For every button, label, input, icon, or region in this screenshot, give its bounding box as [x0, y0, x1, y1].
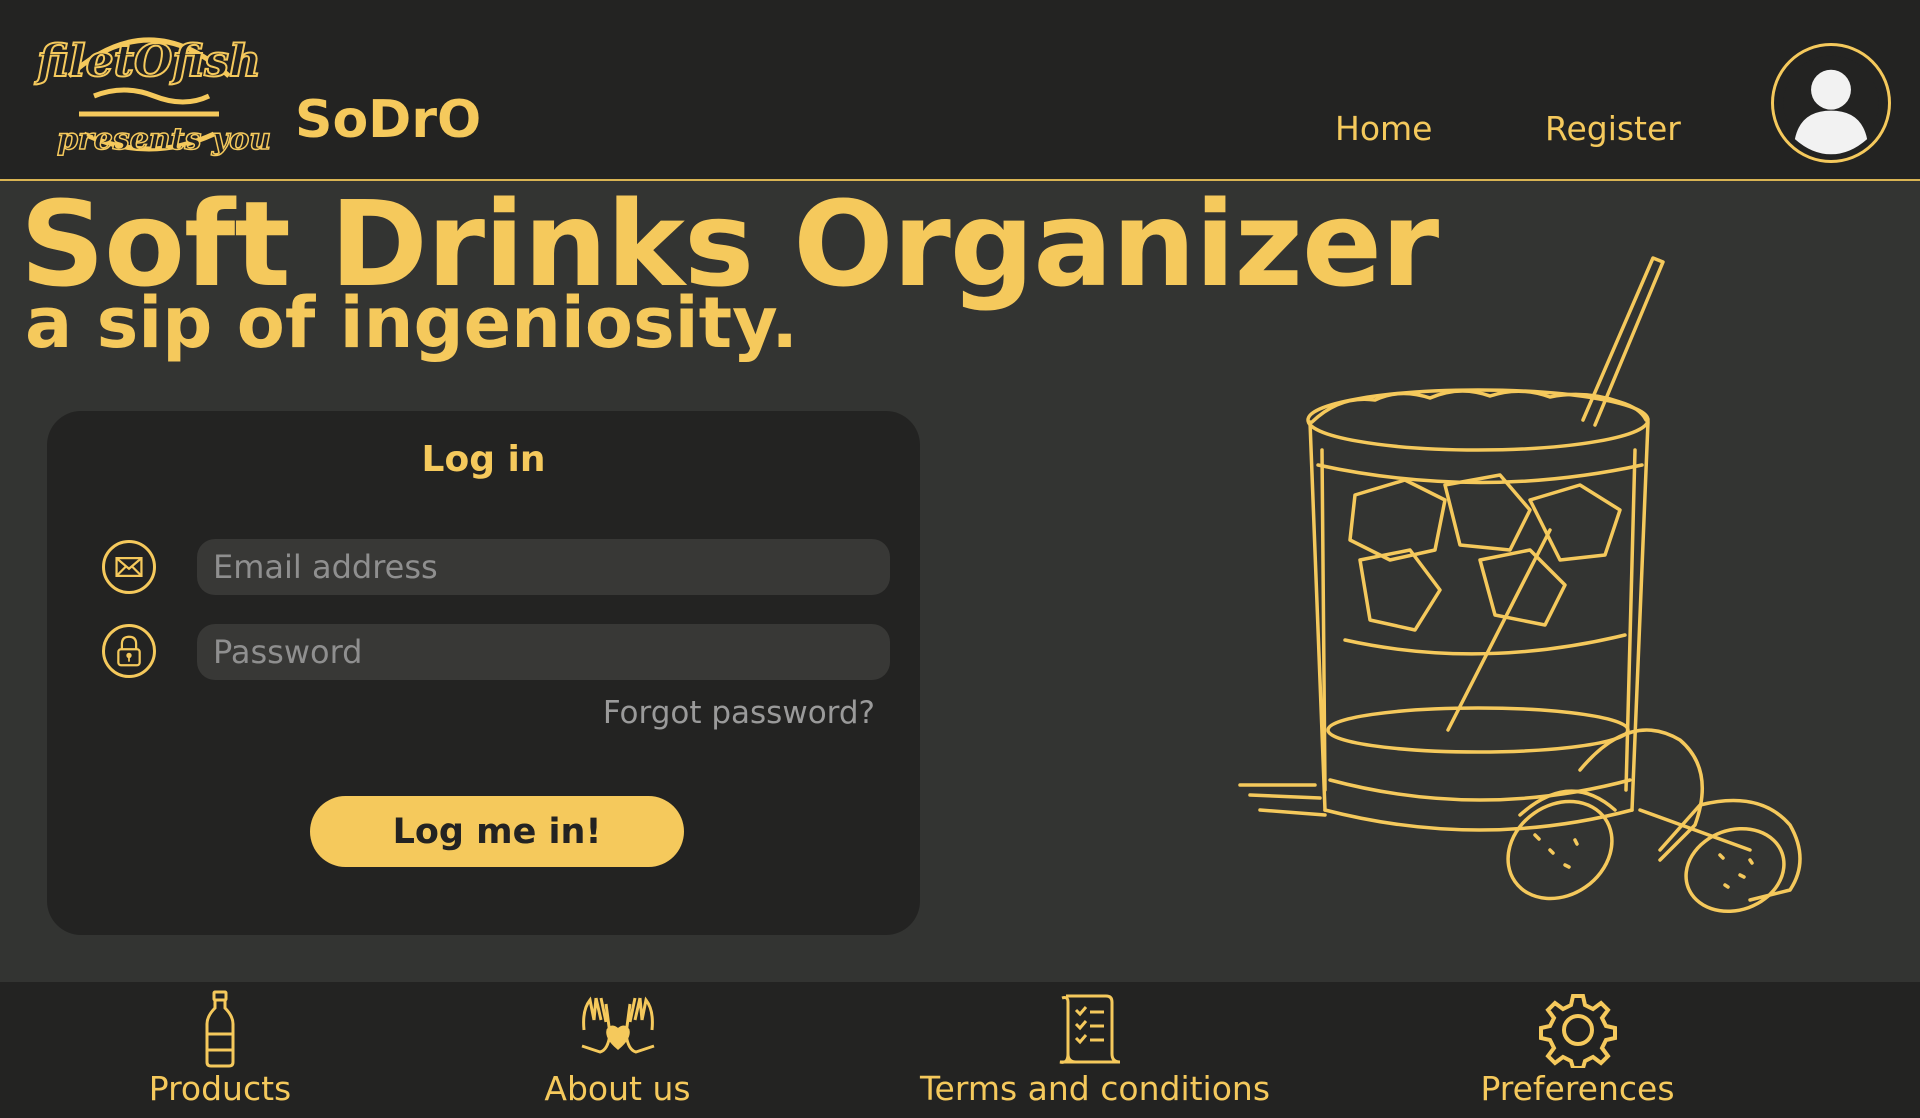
burger-logo-icon: filetOfish presents you [33, 35, 272, 158]
login-title: Log in [421, 439, 546, 480]
footer-terms-link[interactable]: Terms and conditions [920, 982, 1271, 1118]
login-submit-button[interactable]: Log me in! [310, 796, 684, 867]
login-card: Log in Forgot password? Log me in! [47, 411, 920, 935]
nav-register-link[interactable]: Register [1545, 112, 1681, 145]
hero-subtitle: a sip of ingeniosity. [25, 282, 798, 364]
soft-drink-glass-illustration [1230, 250, 1870, 930]
user-avatar-icon [1783, 55, 1879, 155]
svg-text:filetOfish: filetOfish [34, 36, 261, 87]
forgot-password-link[interactable]: Forgot password? [603, 695, 875, 731]
footer-products-label: Products [148, 1069, 292, 1108]
footer-about-label: About us [544, 1069, 691, 1108]
email-input[interactable] [197, 539, 890, 595]
gear-icon [1538, 990, 1618, 1070]
bottom-nav-bar: Products About us Terms and conditions P… [0, 982, 1920, 1118]
footer-products-link[interactable]: Products [140, 982, 300, 1118]
user-avatar-button[interactable] [1771, 43, 1891, 163]
nav-home-link[interactable]: Home [1335, 112, 1432, 145]
svg-text:presents you: presents you [57, 122, 271, 157]
footer-preferences-label: Preferences [1480, 1069, 1675, 1108]
envelope-icon [102, 540, 156, 594]
lock-icon [102, 624, 156, 678]
filet-o-fish-logo[interactable]: filetOfish presents you [24, 14, 274, 162]
heart-hands-icon [578, 990, 658, 1068]
top-bar: filetOfish presents you SoDrO Home Regis… [0, 0, 1920, 181]
footer-preferences-link[interactable]: Preferences [1475, 982, 1680, 1118]
footer-terms-label: Terms and conditions [920, 1069, 1271, 1108]
password-input[interactable] [197, 624, 890, 680]
scroll-checklist-icon [1050, 990, 1130, 1068]
footer-about-link[interactable]: About us [530, 982, 705, 1118]
bottle-icon [180, 990, 260, 1068]
brand-name: SoDrO [295, 90, 482, 150]
